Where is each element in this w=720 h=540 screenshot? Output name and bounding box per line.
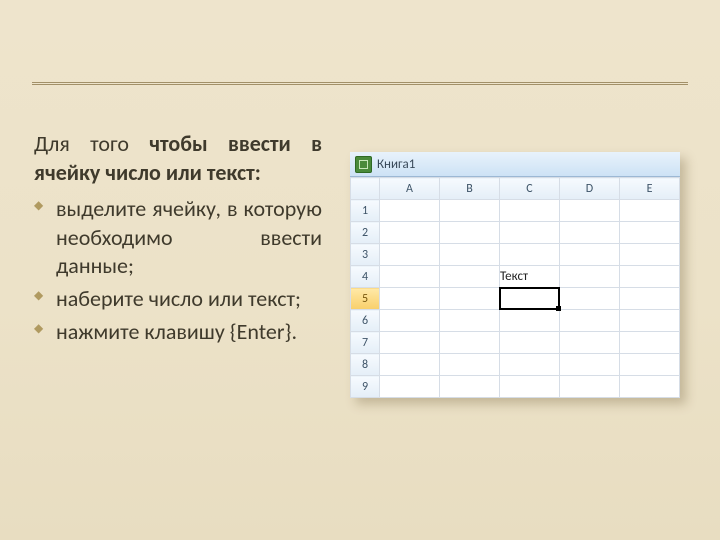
cell[interactable]: [380, 222, 440, 244]
excel-icon: [355, 156, 372, 173]
cell[interactable]: [620, 200, 680, 222]
column-header[interactable]: E: [620, 178, 680, 200]
cell[interactable]: [380, 266, 440, 288]
cell[interactable]: [620, 222, 680, 244]
cell[interactable]: [560, 222, 620, 244]
cell[interactable]: [380, 332, 440, 354]
cell[interactable]: [560, 354, 620, 376]
cell[interactable]: [560, 332, 620, 354]
cell[interactable]: [500, 200, 560, 222]
bullet-item: нажмите клавишу {Enter}.: [34, 316, 322, 349]
cell[interactable]: [500, 222, 560, 244]
cell[interactable]: [440, 222, 500, 244]
cell[interactable]: [560, 200, 620, 222]
cell[interactable]: [500, 288, 560, 310]
cell[interactable]: [440, 310, 500, 332]
row-header[interactable]: 3: [351, 244, 380, 266]
bullet-item: выделите ячейку, в которую необходимо вв…: [34, 193, 322, 283]
cell[interactable]: [440, 376, 500, 398]
column-header[interactable]: D: [560, 178, 620, 200]
row-header[interactable]: 2: [351, 222, 380, 244]
row-header[interactable]: 7: [351, 332, 380, 354]
cell[interactable]: [620, 266, 680, 288]
workbook-title: Книга1: [377, 157, 415, 172]
cell[interactable]: [560, 266, 620, 288]
cell[interactable]: [620, 354, 680, 376]
cell[interactable]: [380, 376, 440, 398]
cell[interactable]: [560, 244, 620, 266]
cell[interactable]: [440, 200, 500, 222]
cell[interactable]: [380, 200, 440, 222]
cell[interactable]: [380, 354, 440, 376]
row-header[interactable]: 9: [351, 376, 380, 398]
bullet-list: выделите ячейку, в которую необходимо вв…: [34, 193, 322, 348]
cell[interactable]: [500, 244, 560, 266]
cell[interactable]: [500, 310, 560, 332]
cell[interactable]: [620, 244, 680, 266]
cell[interactable]: [620, 310, 680, 332]
selection-box: [499, 287, 560, 310]
cell[interactable]: [560, 376, 620, 398]
column-header[interactable]: A: [380, 178, 440, 200]
cell[interactable]: [500, 332, 560, 354]
lead-plain: Для того: [34, 130, 149, 157]
row-header[interactable]: 4: [351, 266, 380, 288]
cell[interactable]: [440, 244, 500, 266]
cell[interactable]: [380, 244, 440, 266]
cell[interactable]: [620, 332, 680, 354]
excel-window: Книга1 ABCDE 1234 Текст 56789: [350, 152, 680, 398]
cell[interactable]: [440, 332, 500, 354]
row-header[interactable]: 6: [351, 310, 380, 332]
column-header[interactable]: C: [500, 178, 560, 200]
cell[interactable]: [560, 288, 620, 310]
cell[interactable]: [380, 288, 440, 310]
cell[interactable]: Текст: [500, 266, 560, 288]
cell[interactable]: [440, 288, 500, 310]
row-header[interactable]: 1: [351, 200, 380, 222]
cell[interactable]: [620, 288, 680, 310]
bullet-item: наберите число или текст;: [34, 283, 322, 316]
lead-paragraph: Для того чтобы ввести в ячейку число или…: [34, 130, 322, 187]
cell[interactable]: [620, 376, 680, 398]
cell[interactable]: [500, 376, 560, 398]
slide-text: Для того чтобы ввести в ячейку число или…: [34, 130, 322, 348]
cell[interactable]: [500, 354, 560, 376]
cell[interactable]: [440, 266, 500, 288]
excel-titlebar: Книга1: [350, 152, 680, 177]
spreadsheet-grid[interactable]: ABCDE 1234 Текст 56789: [350, 177, 680, 398]
select-all-corner[interactable]: [351, 178, 380, 200]
row-header[interactable]: 8: [351, 354, 380, 376]
decorative-rule: [32, 82, 688, 85]
cell[interactable]: [380, 310, 440, 332]
column-header[interactable]: B: [440, 178, 500, 200]
cell[interactable]: [440, 354, 500, 376]
cell[interactable]: [560, 310, 620, 332]
row-header[interactable]: 5: [351, 288, 380, 310]
